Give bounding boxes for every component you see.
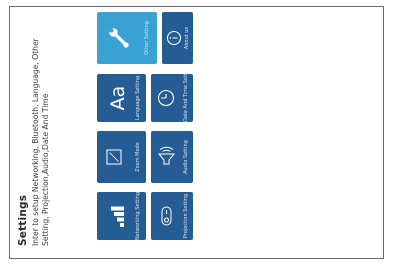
tile-label: Projection Setting xyxy=(183,193,189,239)
wrench-icon xyxy=(97,12,141,64)
page-description-line-2: Setting, Projection,Audio,Date And Time xyxy=(41,93,50,246)
signal-bars-icon xyxy=(97,192,133,240)
tile-about-us[interactable]: About us xyxy=(162,12,193,64)
tile-zoom-mode[interactable]: Zoom Mode xyxy=(97,131,146,183)
tile-label: Date And Time Setting xyxy=(183,74,189,122)
zoom-frame-icon xyxy=(97,131,133,183)
tile-label: Audio Setting xyxy=(183,140,189,174)
svg-text:Aa: Aa xyxy=(107,86,129,111)
tile-networking-setting[interactable]: Networking Setting xyxy=(97,192,146,240)
tile-label: Networking Setting xyxy=(135,192,141,240)
tile-audio-setting[interactable]: Audio Setting xyxy=(151,131,193,183)
tile-label: Zoom Mode xyxy=(135,142,141,172)
tile-projection-setting[interactable]: Projection Setting xyxy=(151,192,193,240)
speaker-icon xyxy=(151,131,181,183)
device-screen: Settings Inter to setup Networking, Blue… xyxy=(9,6,384,259)
tile-other-setting[interactable]: Other Setting xyxy=(97,12,157,64)
tile-date-and-time-setting[interactable]: Date And Time Setting xyxy=(151,74,193,122)
tile-label: Language Setting xyxy=(135,75,141,121)
tile-label: Other Setting xyxy=(144,21,150,55)
projector-icon xyxy=(151,192,181,240)
language-aa-icon: Aa xyxy=(97,74,133,122)
info-icon xyxy=(162,12,186,64)
clock-icon xyxy=(151,74,181,122)
page-title: Settings xyxy=(17,194,29,246)
settings-page: Settings Inter to setup Networking, Blue… xyxy=(10,7,380,254)
page-description-line-1: Inter to setup Networking, Bluetooth, La… xyxy=(31,38,40,246)
tile-language-setting[interactable]: Aa Language Setting xyxy=(97,74,146,122)
tile-label: About us xyxy=(184,26,190,50)
